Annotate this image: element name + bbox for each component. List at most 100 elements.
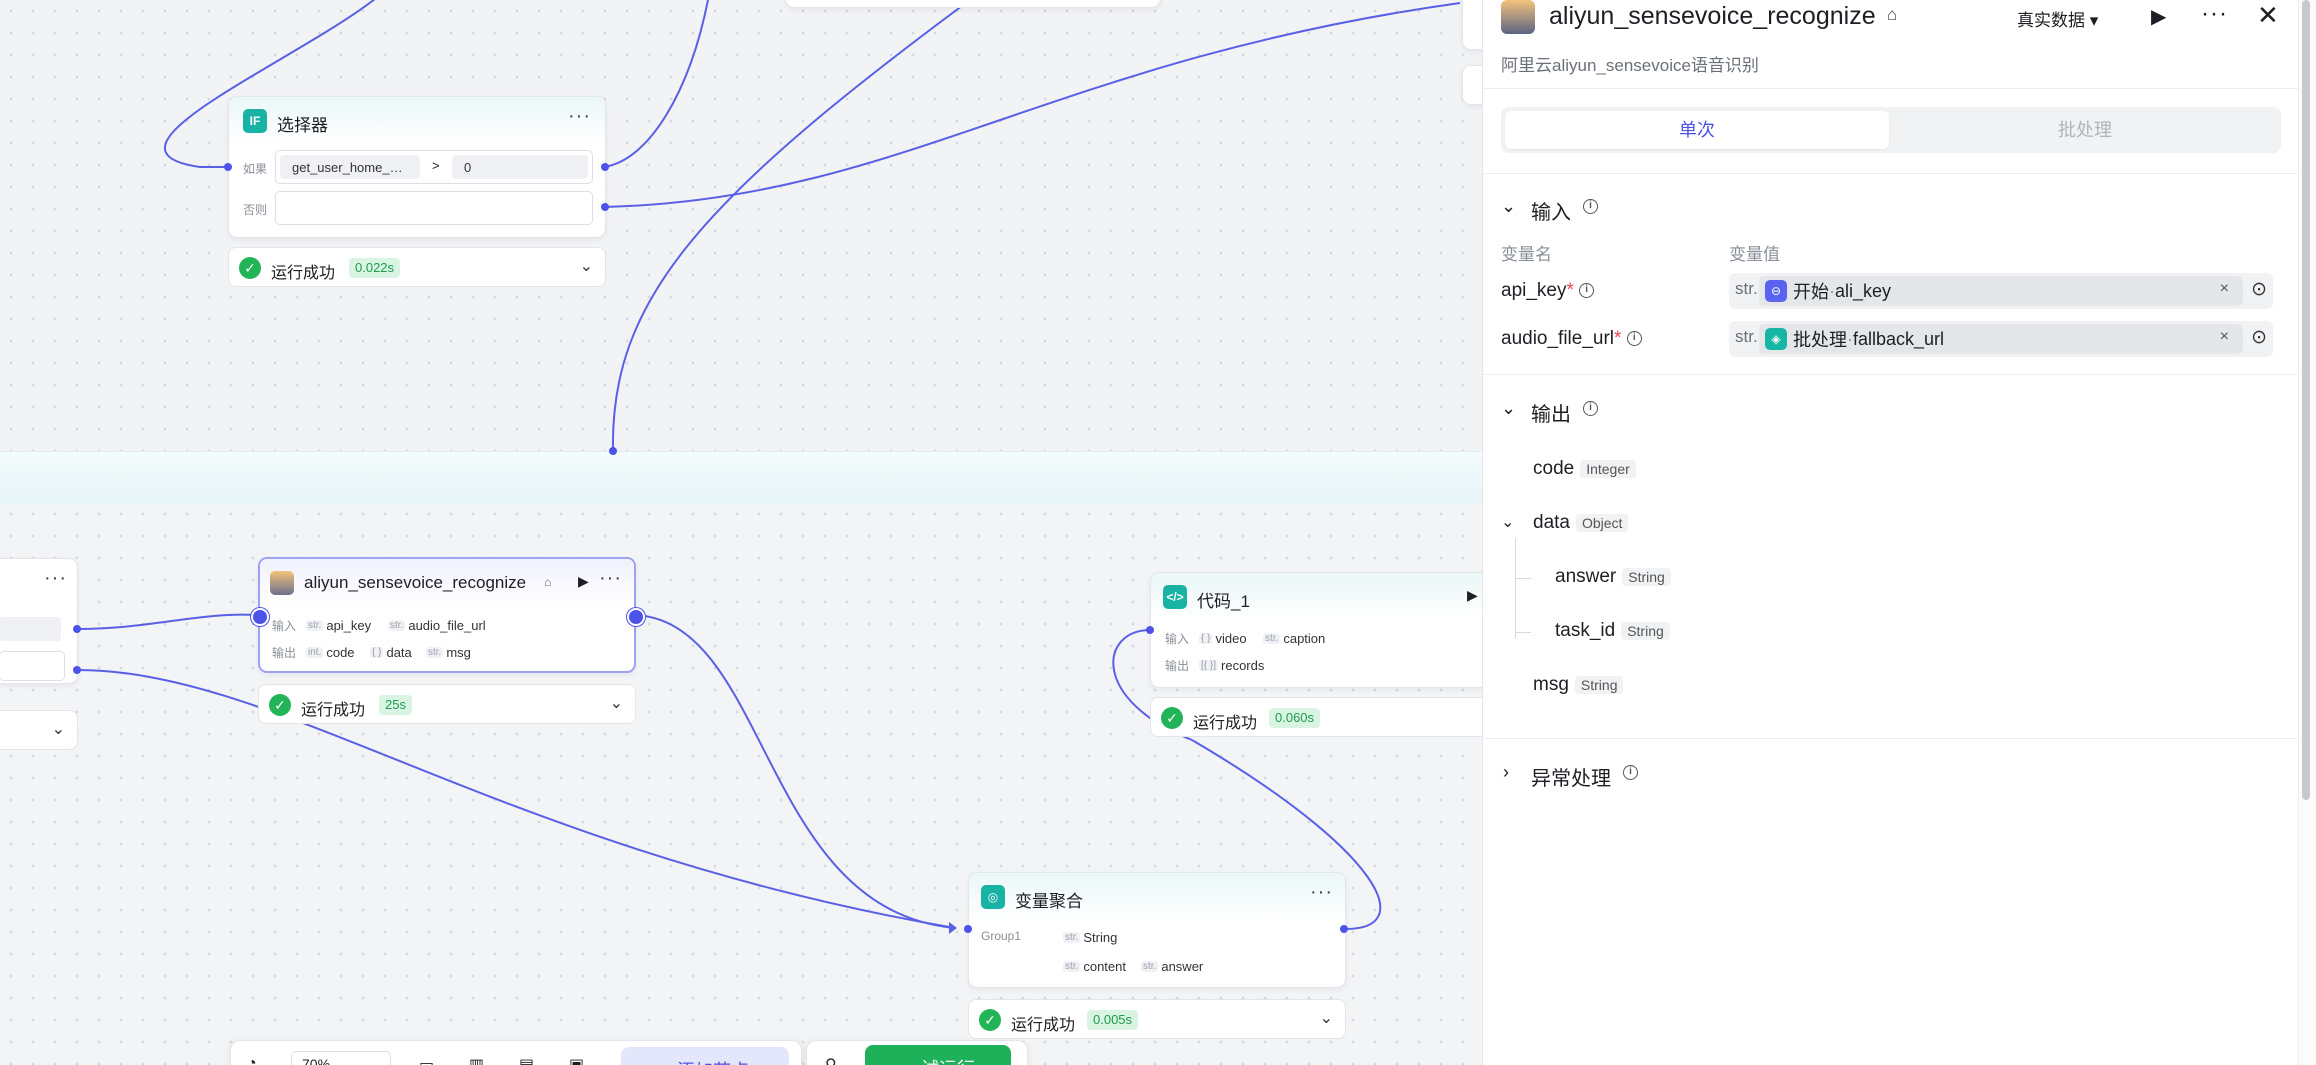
edge	[603, 2, 1461, 208]
cursor-icon[interactable]: ◔	[247, 1055, 257, 1065]
variable-reference-chip[interactable]: ◈ 批处理 · fallback_url	[1759, 324, 2243, 354]
group-type: str. String	[1063, 929, 1118, 945]
output-port-else[interactable]	[601, 203, 609, 211]
chevron-down-icon[interactable]: ⌄	[610, 693, 623, 713]
add-node-button[interactable]: 添加节点	[621, 1047, 789, 1065]
partial-node-right[interactable]	[1462, 0, 1482, 50]
variable-reference-chip[interactable]: ⊖ 开始 · ali_key	[1759, 276, 2243, 306]
chevron-down-icon[interactable]: ⌄	[1501, 512, 1514, 532]
output-port[interactable]	[627, 608, 645, 626]
output-port[interactable]	[1340, 925, 1348, 933]
batch-container-header	[0, 451, 1482, 504]
more-icon[interactable]: ···	[1310, 881, 1333, 904]
comment-icon[interactable]: ▤	[519, 1055, 534, 1065]
divider	[1483, 374, 2298, 375]
more-icon[interactable]: ···	[599, 567, 622, 590]
play-icon[interactable]: ▶	[2151, 4, 2166, 29]
condition-operator[interactable]: >	[432, 158, 440, 173]
minimap-icon[interactable]: ▭	[419, 1055, 434, 1065]
divider	[1483, 88, 2298, 89]
col-name-header: 变量名	[1501, 245, 1552, 264]
sensevoice-node[interactable]: aliyun_sensevoice_recognize ⌂ ▶ ··· 输入 s…	[258, 557, 636, 673]
output-port-if[interactable]	[601, 163, 609, 171]
chevron-down-icon[interactable]: ⌄	[52, 719, 65, 739]
output-section-title[interactable]: 输出	[1531, 398, 1571, 427]
clear-icon[interactable]: ×	[2220, 328, 2229, 346]
close-icon[interactable]: ✕	[2257, 0, 2279, 31]
panel-title[interactable]: aliyun_sensevoice_recognize	[1549, 2, 1876, 31]
input-section-title[interactable]: 输入	[1531, 196, 1571, 225]
fit-icon[interactable]: ▣	[569, 1055, 584, 1065]
condition-left[interactable]: get_user_home_…	[280, 155, 420, 179]
panel-scrollbar-thumb[interactable]	[2302, 0, 2310, 800]
link-icon[interactable]: ⚲	[825, 1055, 837, 1065]
tab-single[interactable]: 单次	[1505, 111, 1889, 149]
param-name: audio_file_url* i	[1501, 328, 1642, 350]
chevron-down-icon[interactable]: ⌄	[1320, 1008, 1333, 1028]
chevron-down-icon[interactable]: ⌄	[1501, 196, 1516, 217]
aggregate-node[interactable]: ◎ 变量聚合 ··· Group1 str. String str. content…	[968, 872, 1346, 988]
play-icon[interactable]: ▶	[578, 573, 589, 590]
partial-node-right-status[interactable]	[1462, 65, 1482, 105]
condition-box[interactable]: get_user_home_… > 0	[275, 150, 593, 184]
port[interactable]	[73, 625, 81, 633]
condition-right[interactable]: 0	[452, 155, 588, 179]
info-icon[interactable]: i	[1623, 764, 1638, 782]
sensevoice-status[interactable]: ✓ 运行成功 25s ⌄	[258, 684, 636, 724]
test-run-button[interactable]: 试运行	[865, 1045, 1011, 1065]
variable-picker-icon[interactable]: ⊙	[2251, 278, 2267, 301]
code-status[interactable]: ✓ 运行成功 0.060s	[1150, 697, 1482, 737]
variable-picker-icon[interactable]: ⊙	[2251, 326, 2267, 349]
plugin-store-icon[interactable]: ⌂	[1887, 5, 1897, 25]
selector-status[interactable]: ✓ 运行成功 0.022s ⌄	[228, 247, 606, 287]
check-icon: ✓	[979, 1009, 1001, 1031]
col-value-header: 变量值	[1729, 245, 1780, 264]
status-text: 运行成功	[271, 265, 336, 282]
check-icon: ✓	[239, 257, 261, 279]
param-value-audio-url[interactable]: str. ◈ 批处理 · fallback_url × ⊙	[1729, 321, 2273, 357]
info-icon[interactable]: i	[1583, 198, 1598, 216]
partial-field	[0, 617, 61, 641]
run-toolbar: ⚲ 试运行	[806, 1040, 1028, 1065]
node-title: 代码_1	[1197, 592, 1250, 611]
output-field: answer String	[1555, 566, 1671, 588]
chevron-down-icon[interactable]: ⌄	[1501, 398, 1516, 419]
input-port[interactable]	[964, 925, 972, 933]
workflow-canvas[interactable]: IF 选择器 ··· 如果 get_user_home_… > 0 否则 ✓ 运…	[0, 0, 1482, 1065]
check-icon: ✓	[1161, 707, 1183, 729]
data-mode-select[interactable]: 真实数据 ▾	[2017, 6, 2098, 31]
output-label: 输出	[272, 646, 297, 660]
selector-node[interactable]: IF 选择器 ··· 如果 get_user_home_… > 0 否则	[228, 96, 606, 238]
play-icon[interactable]: ▶	[1467, 587, 1478, 604]
aggregate-status[interactable]: ✓ 运行成功 0.005s ⌄	[968, 999, 1346, 1039]
exception-section-title[interactable]: 异常处理	[1531, 762, 1611, 791]
group-var: str. content	[1063, 958, 1126, 974]
partial-node-top[interactable]	[785, 0, 1161, 8]
port[interactable]	[73, 666, 81, 674]
partial-node-left[interactable]: ···	[0, 558, 78, 684]
chevron-right-icon[interactable]: ›	[1503, 762, 1509, 783]
partial-status[interactable]: ⌄	[0, 710, 78, 750]
info-icon[interactable]: i	[1583, 400, 1598, 418]
start-node-icon: ⊖	[1765, 280, 1787, 302]
more-icon[interactable]: ···	[568, 105, 591, 128]
else-box[interactable]	[275, 191, 593, 225]
more-icon[interactable]: ···	[44, 567, 67, 590]
tab-batch[interactable]: 批处理	[1893, 111, 2277, 149]
input-var: str. caption	[1263, 630, 1326, 646]
more-icon[interactable]: ···	[2201, 0, 2228, 28]
layout-icon[interactable]: ▥	[469, 1055, 484, 1065]
input-port[interactable]	[251, 608, 269, 626]
code-node[interactable]: </> 代码_1 ▶ 输入 { } video str. caption 输出 [{…	[1150, 572, 1482, 688]
time-badge: 0.005s	[1087, 1010, 1139, 1030]
clear-icon[interactable]: ×	[2220, 280, 2229, 298]
param-value-api-key[interactable]: str. ⊖ 开始 · ali_key × ⊙	[1729, 273, 2273, 309]
sunset-image-icon	[1501, 0, 1535, 34]
chevron-down-icon[interactable]: ⌄	[580, 256, 593, 276]
zoom-select[interactable]: 70%	[291, 1051, 391, 1065]
batch-output-port[interactable]	[609, 447, 617, 455]
else-label: 否则	[243, 203, 268, 217]
input-port[interactable]	[224, 163, 232, 171]
input-port[interactable]	[1146, 626, 1154, 634]
node-config-panel: aliyun_sensevoice_recognize ⌂ 真实数据 ▾ ▶ ·…	[1482, 0, 2298, 1065]
